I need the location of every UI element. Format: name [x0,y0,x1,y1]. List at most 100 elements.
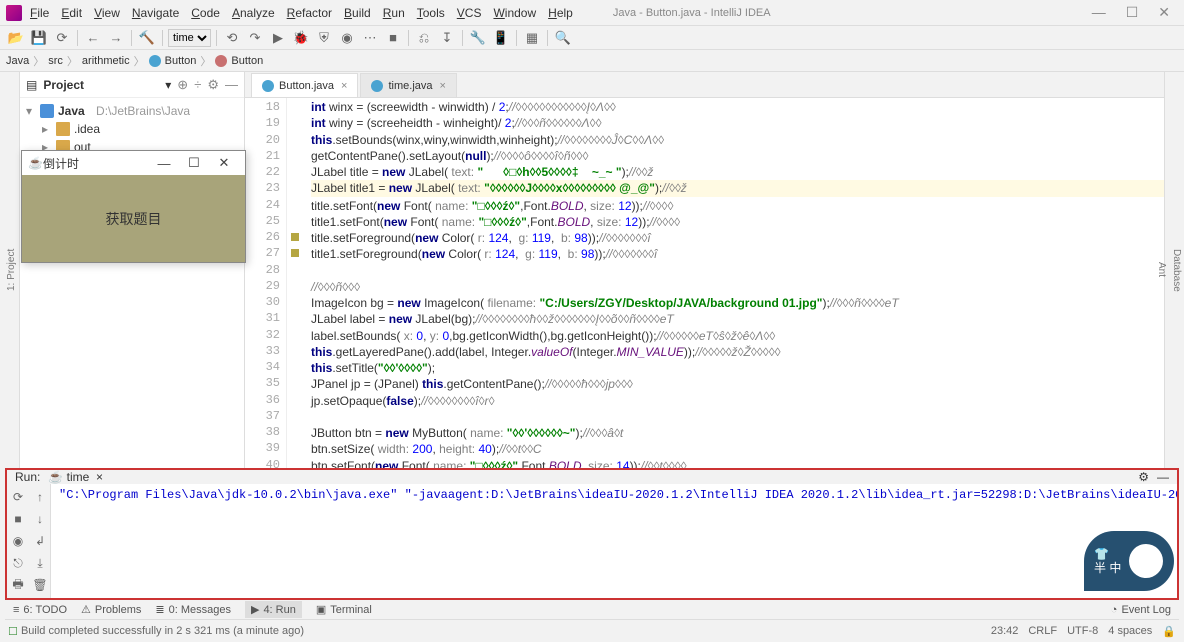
line-sep[interactable]: CRLF [1028,625,1057,638]
breadcrumb-item[interactable]: Java [6,55,29,67]
tab-todo[interactable]: ≡ 6: TODO [13,604,67,616]
vcs-icon[interactable]: ⎌ [414,28,434,48]
clear-icon[interactable]: 🗑 [31,576,49,594]
menu-view[interactable]: View [94,6,120,20]
hide-icon[interactable]: — [225,77,238,92]
search-icon[interactable]: 🔍 [553,28,573,48]
encoding[interactable]: UTF-8 [1067,625,1098,638]
menu-edit[interactable]: Edit [61,6,82,20]
breadcrumb-item[interactable]: arithmetic [82,55,130,67]
save-icon[interactable]: 💾 [29,28,49,48]
breadcrumb-item[interactable]: Button [231,55,263,67]
sync-icon[interactable]: ⟲ [222,28,242,48]
undo-icon[interactable]: ← [83,28,103,48]
assistant-bubble[interactable]: 👕 半 中 [1084,531,1174,591]
structure-icon[interactable]: ▦ [522,28,542,48]
project-sidebar: ▤ Project ▾ ⊕ ÷ ⚙ — ▾ Java D:\JetBrains\… [20,72,245,468]
menu-tools[interactable]: Tools [417,6,445,20]
run-panel: Run: ☕ time × ⚙ — ⟳ ↑ ■ ↓ ◉ ↲ ⎋ ⤓ 🖶 🗑 "C… [5,468,1179,598]
breadcrumb-item[interactable]: Button [165,55,197,67]
breadcrumb-item[interactable]: src [48,55,63,67]
menu-vcs[interactable]: VCS [457,6,482,20]
countdown-window[interactable]: ☕ 倒计时 — ☐ ✕ 获取题目 [21,150,246,263]
coverage-icon[interactable]: ⛨ [314,28,334,48]
menu-navigate[interactable]: Navigate [132,6,179,20]
collapse-icon[interactable]: ÷ [194,77,201,92]
menu-file[interactable]: File [30,6,49,20]
dump-icon[interactable]: ◉ [9,532,27,550]
rail-database[interactable]: Database [1169,72,1184,468]
left-tool-rail: 1: Project 7: Structure [0,72,20,468]
bubble-micro-icon: 👕 [1094,547,1109,561]
editor-tab[interactable]: time.java× [360,73,456,97]
wrap-icon[interactable]: ↲ [31,532,49,550]
avd-icon[interactable]: 📱 [491,28,511,48]
update-icon[interactable]: ↧ [437,28,457,48]
menu-code[interactable]: Code [191,6,220,20]
editor-tab[interactable]: Button.java× [251,73,358,97]
run-gear-icon[interactable]: ⚙ [1138,470,1149,484]
breadcrumb: Java 〉 src 〉 arithmetic 〉 Button 〉 Butto… [0,50,1184,72]
float-title: 倒计时 [43,155,149,172]
tab-messages[interactable]: ≣ 0: Messages [155,603,231,616]
rerun-icon[interactable]: ⟳ [9,488,27,506]
tab-terminal[interactable]: ▣ Terminal [316,603,372,616]
menu-refactor[interactable]: Refactor [287,6,332,20]
tree-node[interactable]: ▸.idea [20,120,244,138]
menu-window[interactable]: Window [493,6,536,20]
profile-icon[interactable]: ◉ [337,28,357,48]
run-config-select[interactable]: time [168,29,211,47]
main-area: 1: Project 7: Structure ▤ Project ▾ ⊕ ÷ … [0,72,1184,468]
minimize-button[interactable]: — [1092,4,1106,21]
down-icon[interactable]: ↓ [31,510,49,528]
locate-icon[interactable]: ⊕ [177,77,188,93]
float-maximize[interactable]: ☐ [179,155,209,171]
settings-icon[interactable]: 🔧 [468,28,488,48]
redo-icon[interactable]: → [106,28,126,48]
indent[interactable]: 4 spaces [1108,625,1152,638]
dropdown-icon[interactable]: ▾ [165,78,171,92]
attach-icon[interactable]: ⋯ [360,28,380,48]
lock-icon[interactable]: 🔒 [1162,625,1176,638]
run-icon[interactable]: ▶ [268,28,288,48]
run-config-tab[interactable]: ☕ time × [48,470,103,484]
event-log[interactable]: ◔ Event Log [1111,604,1171,616]
print-icon[interactable]: 🖶 [9,576,27,594]
run-output[interactable]: "C:\Program Files\Java\jdk-10.0.2\bin\ja… [51,484,1177,598]
scroll-icon[interactable]: ⤓ [31,554,49,572]
rail-ant[interactable]: Ant [1154,72,1169,468]
gutter-marks [287,98,303,468]
menu-help[interactable]: Help [548,6,573,20]
step-icon[interactable]: ↷ [245,28,265,48]
refresh-icon[interactable]: ⟳ [52,28,72,48]
debug-icon[interactable]: 🐞 [291,28,311,48]
build-icon[interactable]: 🔨 [137,28,157,48]
stop-icon[interactable]: ■ [383,28,403,48]
close-button[interactable]: ✕ [1158,4,1170,21]
rail-structure[interactable]: 7: Structure [0,72,4,468]
float-close[interactable]: ✕ [209,155,239,171]
float-titlebar[interactable]: ☕ 倒计时 — ☐ ✕ [22,151,245,175]
project-title: Project [43,78,159,92]
maximize-button[interactable]: ☐ [1126,4,1139,21]
menu-build[interactable]: Build [344,6,371,20]
run-hide-icon[interactable]: — [1157,470,1169,484]
code-content[interactable]: int winx = (screewidth - winwidth) / 2;/… [303,98,1164,468]
up-icon[interactable]: ↑ [31,488,49,506]
menu-analyze[interactable]: Analyze [232,6,275,20]
document-title: Java - Button.java - IntelliJ IDEA [613,7,1092,19]
tree-root[interactable]: ▾ Java D:\JetBrains\Java [20,102,244,120]
status-bar: ☐ Build completed successfully in 2 s 32… [0,620,1184,642]
gear-icon[interactable]: ⚙ [207,77,219,93]
stop-run-icon[interactable]: ■ [9,510,27,528]
open-icon[interactable]: 📂 [6,28,26,48]
project-view-icon[interactable]: ▤ [26,78,37,92]
float-minimize[interactable]: — [149,156,179,171]
menu-run[interactable]: Run [383,6,405,20]
sidebar-header: ▤ Project ▾ ⊕ ÷ ⚙ — [20,72,244,98]
status-message: Build completed successfully in 2 s 321 … [21,625,991,637]
tab-problems[interactable]: ⚠ Problems [81,603,141,616]
rail-project[interactable]: 1: Project [4,72,19,468]
tab-run[interactable]: ▶ 4: Run [245,601,302,618]
exit-icon[interactable]: ⎋ [9,554,27,572]
